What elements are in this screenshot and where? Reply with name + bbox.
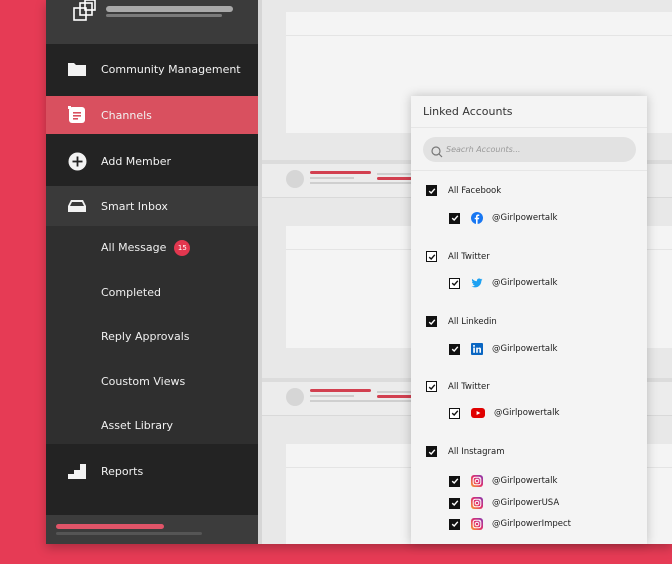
account-handle: @Girlpowertalk (492, 278, 558, 288)
sidebar-item-reports[interactable]: Reports (46, 448, 258, 494)
account-item[interactable]: @Girlpowertalk (449, 343, 557, 355)
submenu-item-label: Completed (101, 286, 161, 299)
inbox-icon (67, 196, 87, 216)
sidebar-item-channels[interactable]: Channels (46, 96, 258, 134)
checkbox[interactable] (426, 251, 437, 262)
linked-accounts-dropdown: Linked Accounts All Facebook @Girlpowerta… (411, 96, 647, 544)
sidebar-item-label: Community Management (101, 62, 241, 76)
avatar-placeholder (286, 170, 304, 188)
submenu-item-label: Asset Library (101, 419, 174, 432)
account-item[interactable]: @Girlpowertalk (449, 212, 557, 224)
unread-count-badge: 15 (174, 240, 191, 256)
account-group-all-facebook[interactable]: All Facebook (426, 185, 501, 196)
group-label: All Twitter (448, 251, 490, 262)
plus-circle-icon (67, 151, 87, 171)
divider (411, 170, 647, 171)
submenu-item-label: Coustom Views (101, 375, 186, 388)
workspace-name-placeholder (106, 6, 233, 12)
account-handle: @Girlpowertalk (492, 213, 558, 223)
account-handle: @GirlpowerImpect (492, 519, 571, 529)
group-label: All Linkedin (448, 316, 497, 327)
account-handle: @Girlpowertalk (492, 476, 558, 486)
instagram-icon (471, 497, 483, 509)
submenu-item-asset-library[interactable]: Asset Library (101, 419, 173, 432)
checkbox[interactable] (449, 497, 460, 509)
account-group-all-twitter[interactable]: All Twitter (426, 251, 490, 262)
checkbox[interactable] (449, 277, 460, 289)
account-item[interactable]: @GirlpowerUSA (449, 497, 559, 509)
user-profile-footer[interactable] (46, 515, 258, 544)
workspace-subtitle-placeholder (106, 14, 222, 17)
checkbox[interactable] (449, 518, 460, 530)
sidebar-item-label: Channels (101, 108, 152, 122)
checkbox[interactable] (426, 185, 437, 196)
checkbox[interactable] (426, 446, 437, 457)
sidebar-item-add-member[interactable]: Add Member (46, 138, 258, 184)
account-item[interactable]: @Girlpowertalk (449, 407, 559, 419)
submenu-item-reply-approvals[interactable]: Reply Approvals (101, 330, 190, 343)
twitter-icon (471, 277, 483, 289)
account-item[interactable]: @Girlpowertalk (449, 277, 557, 289)
search-accounts-input[interactable] (446, 137, 631, 162)
instagram-icon (471, 475, 483, 487)
group-label: All Instagram (448, 446, 505, 457)
divider (411, 127, 647, 128)
sidebar-item-smart-inbox[interactable]: Smart Inbox (46, 186, 258, 226)
linkedin-icon (471, 343, 483, 355)
overlapping-squares-icon (72, 0, 100, 24)
submenu-item-label: Reply Approvals (101, 330, 190, 343)
account-group-all-twitter[interactable]: All Twitter (426, 381, 490, 392)
avatar-placeholder (286, 388, 304, 406)
search-accounts-field[interactable] (423, 137, 636, 162)
sidebar-item-label: Smart Inbox (101, 199, 168, 213)
submenu-item-custom-views[interactable]: Coustom Views (101, 375, 185, 388)
popup-title: Linked Accounts (423, 105, 513, 118)
sidebar-item-label: Add Member (101, 154, 172, 168)
user-subtitle-placeholder (56, 532, 202, 535)
sidebar-header (46, 0, 258, 44)
instagram-icon (471, 518, 483, 530)
sidebar: Community Management Channels Add Member… (46, 0, 258, 544)
submenu-item-all-message[interactable]: All Message 15 (101, 240, 191, 256)
checkbox[interactable] (449, 475, 460, 487)
checkbox[interactable] (426, 316, 437, 327)
search-icon (431, 143, 443, 158)
facebook-icon (471, 212, 483, 224)
account-item[interactable]: @GirlpowerImpect (449, 518, 571, 530)
checkbox[interactable] (449, 407, 460, 419)
account-handle: @Girlpowertalk (492, 344, 558, 354)
bar-steps-icon (67, 461, 87, 481)
checkbox[interactable] (449, 343, 460, 355)
checkbox[interactable] (449, 212, 460, 224)
sidebar-item-label: Reports (101, 464, 144, 478)
account-group-all-instagram[interactable]: All Instagram (426, 446, 504, 457)
smart-inbox-submenu: All Message 15 Completed Reply Approvals … (46, 226, 258, 444)
folder-icon (67, 59, 87, 79)
sidebar-item-community-management[interactable]: Community Management (46, 46, 258, 92)
account-handle: @Girlpowertalk (494, 408, 560, 418)
account-item[interactable]: @Girlpowertalk (449, 475, 557, 487)
group-label: All Twitter (448, 381, 490, 392)
channels-icon (67, 105, 87, 125)
account-handle: @GirlpowerUSA (492, 498, 560, 508)
group-label: All Facebook (448, 185, 502, 196)
user-name-placeholder (56, 524, 164, 529)
account-group-all-linkedin[interactable]: All Linkedin (426, 316, 497, 327)
submenu-item-label: All Message (101, 241, 167, 254)
submenu-item-completed[interactable]: Completed (101, 286, 161, 299)
checkbox[interactable] (426, 381, 437, 392)
youtube-icon (471, 407, 485, 419)
